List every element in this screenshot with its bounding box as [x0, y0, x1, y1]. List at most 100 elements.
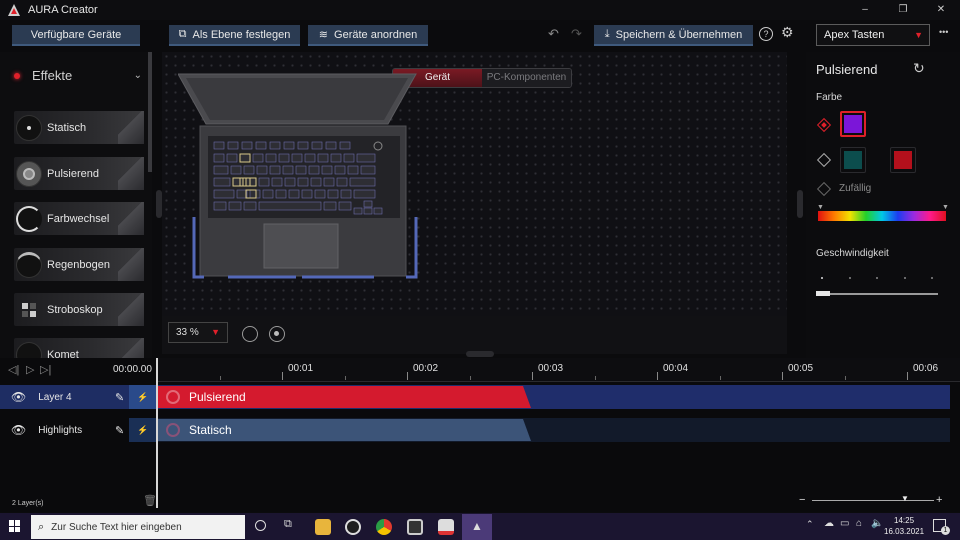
app-icon[interactable] [407, 519, 423, 535]
right-panel-collapse-handle[interactable] [797, 190, 803, 218]
color-swatch-a-fill [844, 151, 862, 169]
effect-item-color-cycle[interactable]: Farbwechsel [14, 202, 144, 235]
gear-icon[interactable]: ⚙ [781, 24, 794, 41]
effects-scrollbar[interactable] [148, 52, 152, 172]
tab-pc-components[interactable]: PC-Komponenten [482, 69, 571, 87]
time-tick-label: 00:01 [288, 363, 314, 374]
available-devices-button[interactable]: Verfügbare Geräte [12, 25, 140, 46]
aura-taskbar-button[interactable]: ▲ [462, 514, 492, 540]
undo-icon[interactable]: ↶ [548, 26, 559, 42]
task-view-icon[interactable]: ⧉ [284, 518, 292, 531]
effect-clip-pulse[interactable]: Pulsierend [157, 386, 531, 408]
effect-label: Stroboskop [47, 303, 103, 316]
zoom-in-icon[interactable]: + [936, 494, 942, 506]
layer-row[interactable]: 👁 Layer 4 ✎ ⚡ [0, 385, 157, 409]
color-label: Farbe [816, 92, 843, 103]
chevron-down-icon[interactable]: ⌄ [134, 70, 142, 81]
speed-slider-track[interactable] [816, 293, 938, 295]
effects-header[interactable]: Effekte [14, 68, 72, 83]
notification-icon[interactable]: 1 [933, 519, 950, 535]
timeline-zoom-track[interactable] [812, 500, 934, 501]
profile-dropdown[interactable]: Apex Tasten ▼ [816, 24, 930, 46]
windows-start-icon[interactable] [9, 520, 21, 532]
arrange-devices-button[interactable]: ≋ Geräte anordnen [308, 25, 428, 46]
set-as-layer-button[interactable]: ⧉ Als Ebene festlegen [169, 25, 300, 46]
center-view-icon[interactable] [269, 326, 285, 342]
cortana-icon[interactable] [255, 520, 266, 531]
app-icon[interactable] [438, 519, 454, 535]
file-explorer-icon[interactable] [315, 519, 331, 535]
time-subtick [220, 376, 221, 380]
taskbar-clock[interactable]: 14:25 16.03.2021 [884, 515, 924, 537]
taskbar-search-box[interactable]: ⌕ Zur Suche Text hier eingeben [31, 515, 245, 539]
speed-step [904, 277, 906, 279]
layer-name: Highlights [38, 424, 83, 436]
close-button[interactable]: ✕ [922, 0, 960, 20]
spectrum-handle-right[interactable]: ▼ [942, 204, 949, 211]
trash-icon[interactable]: 🗑 [143, 494, 157, 507]
layer-row[interactable]: 👁 Highlights ✎ ⚡ [0, 418, 157, 442]
notification-count: 1 [941, 526, 950, 535]
skip-forward-icon[interactable]: ▷| [40, 363, 51, 376]
effect-item-pulse[interactable]: Pulsierend [14, 157, 144, 190]
playhead[interactable] [156, 358, 158, 508]
zoom-out-icon[interactable]: − [799, 494, 805, 506]
color-swatch-a[interactable] [840, 147, 866, 173]
effect-clip-label: Statisch [189, 423, 232, 437]
maximize-button[interactable]: ❐ [884, 0, 922, 20]
search-icon: ⌕ [38, 520, 45, 533]
help-icon[interactable]: ? [759, 27, 773, 41]
color-swatch-b[interactable] [890, 147, 916, 173]
tray-chevron-icon[interactable]: ⌃ [806, 519, 814, 530]
speed-slider-thumb[interactable] [816, 291, 830, 296]
spectrum-handle-left[interactable]: ▼ [817, 204, 824, 211]
network-icon[interactable]: ▭ [840, 518, 849, 529]
pulse-icon [16, 160, 42, 187]
fit-view-icon[interactable] [242, 326, 258, 342]
xbox-icon[interactable] [345, 519, 361, 535]
selected-color-swatch[interactable] [840, 111, 866, 137]
effect-decoration [118, 157, 144, 190]
reset-icon[interactable]: ↻ [913, 60, 925, 77]
layer-name: Layer 4 [38, 391, 72, 403]
zoom-value: 33 % [176, 327, 199, 338]
effect-item-static[interactable]: Statisch [14, 111, 144, 144]
chrome-icon[interactable] [376, 519, 392, 535]
skip-back-icon[interactable]: ◁| [8, 363, 19, 376]
eye-icon[interactable]: 👁 [11, 423, 26, 437]
redo-icon[interactable]: ↷ [571, 26, 582, 42]
timeline-zoom-thumb[interactable]: ▼ [901, 494, 909, 503]
time-tick [782, 372, 783, 380]
lightning-icon[interactable]: ⚡ [129, 385, 157, 409]
play-icon[interactable]: ▷ [26, 363, 34, 376]
effect-item-comet[interactable]: Komet [14, 338, 144, 358]
time-subtick [595, 376, 596, 380]
cloud-icon[interactable]: ☁ [824, 518, 834, 529]
effect-item-strobe[interactable]: Stroboskop [14, 293, 144, 326]
layer-track[interactable]: Pulsierend [157, 385, 950, 409]
time-tick [282, 372, 283, 380]
color-spectrum-bar[interactable] [818, 211, 946, 221]
effect-label: Farbwechsel [47, 212, 110, 225]
time-tick [407, 372, 408, 380]
volume-icon[interactable]: 🔈 [871, 518, 883, 529]
effect-clip-static[interactable]: Statisch [157, 419, 531, 441]
effect-decoration [118, 338, 144, 358]
minimize-button[interactable]: – [846, 0, 884, 20]
lightning-icon[interactable]: ⚡ [129, 418, 157, 442]
effect-item-rainbow[interactable]: Regenbogen [14, 248, 144, 281]
layer-track[interactable]: Statisch [157, 418, 950, 442]
time-tick-label: 00:03 [538, 363, 564, 374]
edit-icon[interactable]: ✎ [115, 424, 124, 437]
eye-icon[interactable]: 👁 [11, 390, 26, 404]
timeline-resize-handle[interactable] [466, 351, 494, 357]
more-options-button[interactable]: ••• [939, 27, 948, 37]
edit-icon[interactable]: ✎ [115, 391, 124, 404]
laptop-device-image[interactable] [178, 72, 418, 284]
effect-label: Regenbogen [47, 258, 111, 271]
set-as-layer-label: Als Ebene festlegen [192, 28, 291, 41]
save-apply-button[interactable]: ⤓ Speichern & Übernehmen [594, 25, 753, 46]
network-icon[interactable]: ⌂ [856, 518, 862, 529]
effect-label: Pulsierend [47, 167, 99, 180]
zoom-dropdown[interactable]: 33 % ▼ [168, 322, 228, 343]
